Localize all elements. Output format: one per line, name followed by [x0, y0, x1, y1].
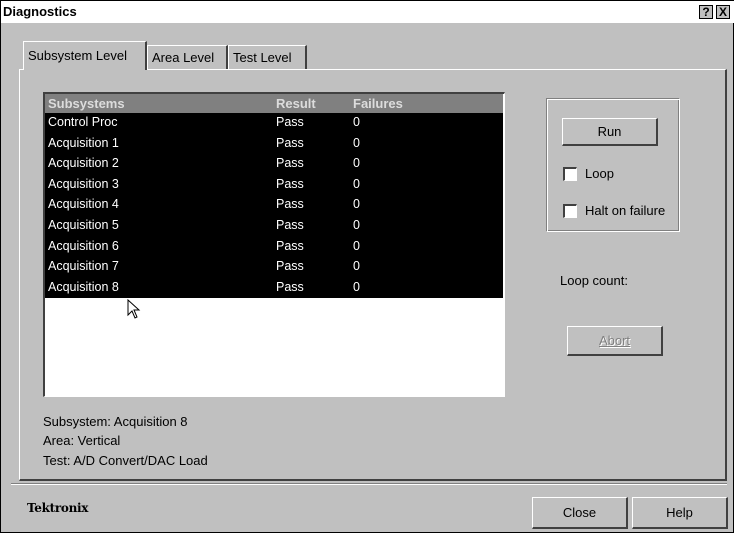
list-row[interactable]: Acquisition 7 Pass 0	[45, 257, 503, 278]
header-subsystems[interactable]: Subsystems	[48, 96, 125, 111]
row-result: Pass	[276, 217, 304, 232]
status-subsystem: Subsystem: Acquisition 8	[43, 414, 188, 429]
tab-label: Area Level	[152, 50, 215, 65]
row-subsystem: Control Proc	[48, 115, 118, 129]
header-result[interactable]: Result	[276, 96, 316, 111]
status-test: Test: A/D Convert/DAC Load	[43, 453, 208, 468]
row-result: Pass	[276, 279, 304, 294]
row-result: Pass	[276, 197, 304, 212]
mouse-pointer-icon	[127, 299, 141, 319]
row-result: Pass	[276, 115, 304, 129]
tab-label: Test Level	[233, 50, 292, 65]
help-button[interactable]: Help	[632, 497, 728, 529]
loop-label[interactable]: Loop	[585, 166, 614, 181]
diagnostics-dialog: Diagnostics ? X Subsystem Level Area Lev…	[0, 0, 734, 533]
list-row[interactable]: Acquisition 2 Pass 0	[45, 154, 503, 175]
row-subsystem: Acquisition 2	[48, 156, 119, 171]
row-subsystem: Acquisition 8	[48, 279, 119, 294]
list-row[interactable]: Acquisition 4 Pass 0	[45, 195, 503, 216]
row-failures: 0	[353, 135, 360, 150]
row-subsystem: Acquisition 3	[48, 176, 119, 191]
list-row[interactable]: Control Proc Pass 0	[45, 113, 503, 134]
header-failures[interactable]: Failures	[353, 96, 403, 111]
list-header: Subsystems Result Failures	[45, 94, 503, 113]
row-subsystem: Acquisition 5	[48, 217, 119, 232]
row-result: Pass	[276, 259, 304, 274]
row-result: Pass	[276, 156, 304, 171]
footer-divider	[11, 483, 727, 485]
row-failures: 0	[353, 176, 360, 191]
row-subsystem: Acquisition 1	[48, 135, 119, 150]
tektronix-logo: Tektronix	[27, 501, 89, 515]
row-failures: 0	[353, 279, 360, 294]
row-failures: 0	[353, 156, 360, 171]
row-failures: 0	[353, 217, 360, 232]
list-rows: Control Proc Pass 0 Acquisition 1 Pass 0 Acq…	[45, 113, 503, 299]
close-title-button[interactable]: X	[716, 5, 730, 19]
row-failures: 0	[353, 115, 360, 129]
list-row[interactable]: Acquisition 8 Pass 0	[45, 277, 503, 299]
row-result: Pass	[276, 135, 304, 150]
status-area: Area: Vertical	[43, 433, 121, 448]
row-result: Pass	[276, 176, 304, 191]
list-row[interactable]: Acquisition 3 Pass 0	[45, 174, 503, 196]
close-button[interactable]: Close	[532, 497, 628, 529]
abort-label-rest: bort	[607, 333, 631, 348]
row-subsystem: Acquisition 7	[48, 259, 119, 274]
tab-test-level[interactable]: Test Level	[228, 45, 307, 69]
window-title: Diagnostics	[3, 4, 77, 19]
run-options-group: Run Loop Halt on failure	[546, 98, 680, 232]
loop-checkbox[interactable]	[563, 167, 577, 181]
row-result: Pass	[276, 238, 304, 253]
row-subsystem: Acquisition 6	[48, 238, 119, 253]
halt-on-failure-label[interactable]: Halt on failure	[585, 203, 665, 218]
halt-on-failure-checkbox[interactable]	[563, 204, 577, 218]
title-bar: Diagnostics ? X	[1, 1, 734, 23]
run-button[interactable]: Run	[562, 118, 658, 146]
list-row[interactable]: Acquisition 1 Pass 0	[45, 133, 503, 155]
row-subsystem: Acquisition 4	[48, 197, 119, 212]
subsystems-list[interactable]: Subsystems Result Failures Control Proc P…	[43, 92, 505, 397]
tab-area-level[interactable]: Area Level	[147, 45, 228, 69]
list-row[interactable]: Acquisition 6 Pass 0	[45, 236, 503, 258]
abort-button[interactable]: Abort	[567, 326, 663, 356]
list-row[interactable]: Acquisition 5 Pass 0	[45, 215, 503, 237]
tab-label: Subsystem Level	[28, 48, 127, 63]
help-title-button[interactable]: ?	[699, 5, 713, 19]
loop-count-label: Loop count:	[560, 273, 628, 288]
row-failures: 0	[353, 259, 360, 274]
row-failures: 0	[353, 238, 360, 253]
tab-subsystem-level[interactable]: Subsystem Level	[23, 41, 147, 70]
row-failures: 0	[353, 197, 360, 212]
abort-mnemonic: A	[598, 333, 608, 348]
